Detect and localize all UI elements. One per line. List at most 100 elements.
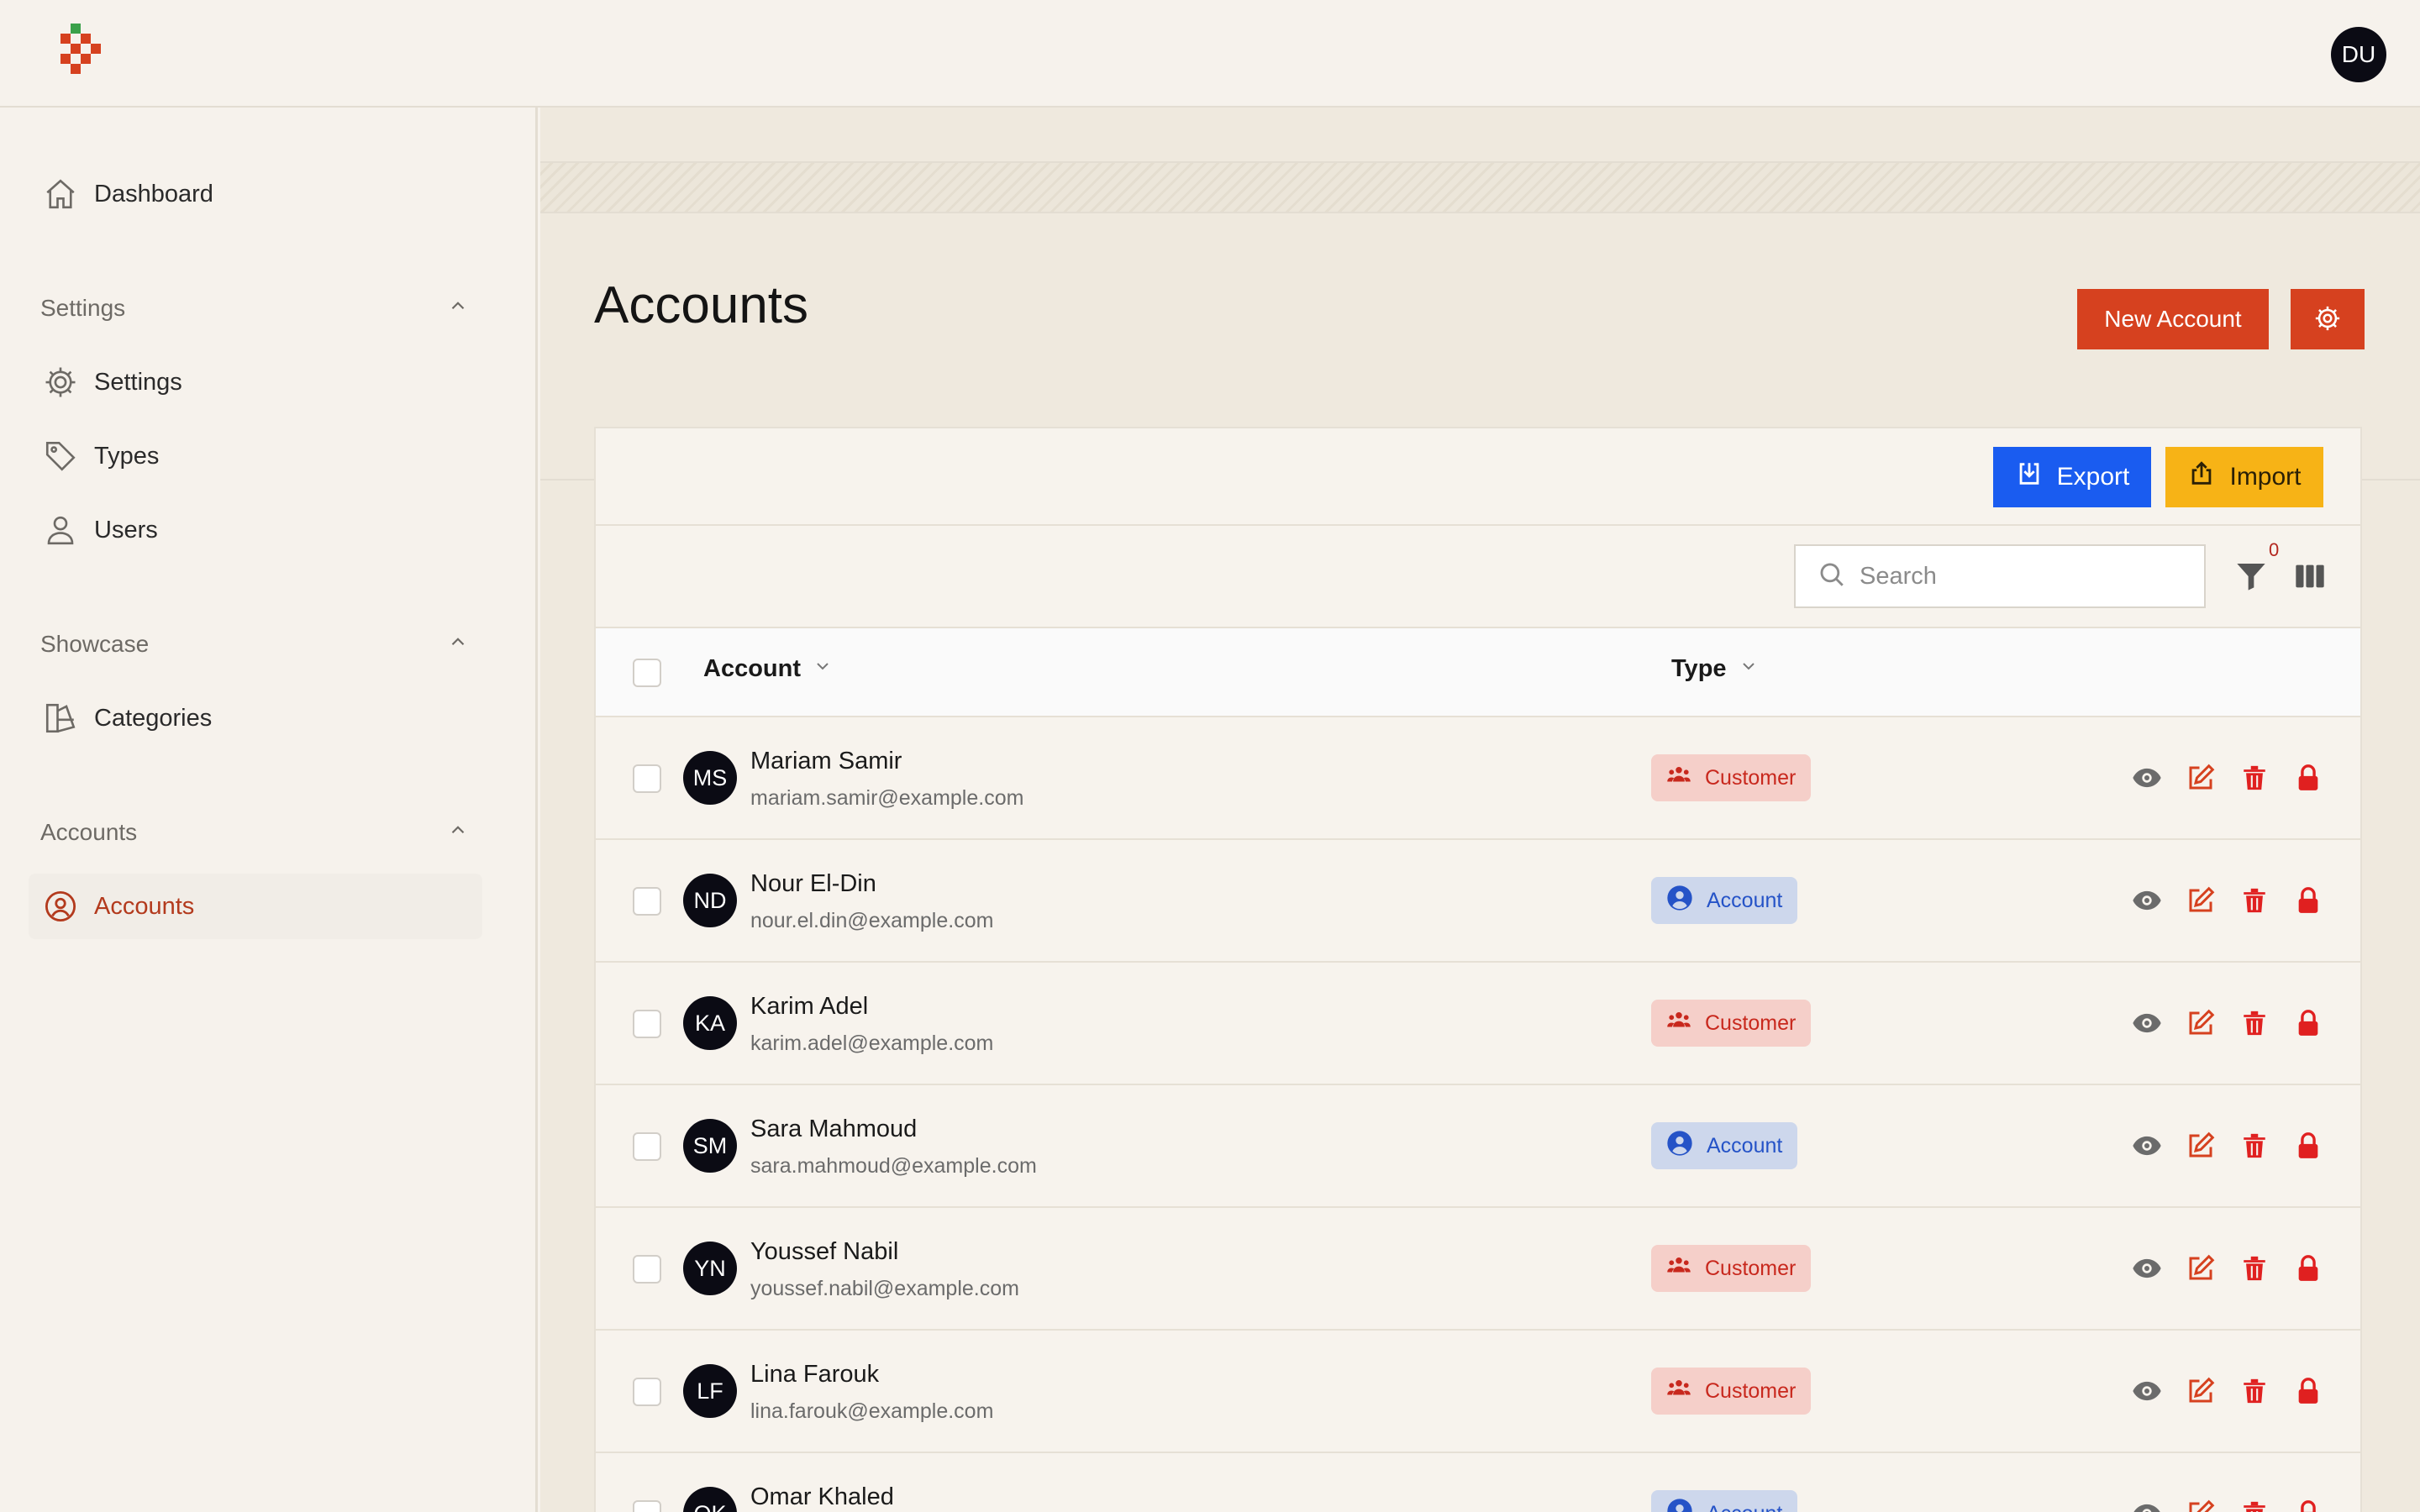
row-checkbox[interactable] (633, 1010, 661, 1038)
filter-icon[interactable] (2234, 558, 2268, 595)
search-input[interactable] (1860, 562, 2196, 591)
lock-icon[interactable] (2291, 761, 2325, 795)
lock-icon[interactable] (2291, 1252, 2325, 1285)
lock-icon[interactable] (2291, 1129, 2325, 1163)
sidebar-item-users[interactable]: Users (29, 497, 482, 563)
table-row[interactable]: OK Omar Khaled Account (596, 1453, 2360, 1512)
user-circle-icon (1666, 1498, 1693, 1512)
select-all-checkbox[interactable] (633, 659, 661, 687)
sidebar-item-label: Accounts (94, 892, 195, 920)
sidebar-item-accounts[interactable]: Accounts (29, 874, 482, 939)
table-row[interactable]: LF Lina Farouk lina.farouk@example.com C… (596, 1331, 2360, 1453)
account-name[interactable]: Karim Adel (750, 993, 868, 1021)
row-checkbox[interactable] (633, 1255, 661, 1284)
eye-icon[interactable] (2130, 1129, 2164, 1163)
lock-icon[interactable] (2291, 1374, 2325, 1408)
row-checkbox[interactable] (633, 764, 661, 793)
table-row[interactable]: KA Karim Adel karim.adel@example.com Cus… (596, 963, 2360, 1085)
type-label: Customer (1705, 1378, 1797, 1403)
table-header: Account Type (596, 628, 2360, 717)
account-name[interactable]: Omar Khaled (750, 1483, 894, 1511)
table-row[interactable]: SM Sara Mahmoud sara.mahmoud@example.com… (596, 1085, 2360, 1208)
user-avatar[interactable]: DU (2331, 27, 2386, 82)
row-checkbox[interactable] (633, 1500, 661, 1512)
sidebar-item-types[interactable]: Types (29, 423, 482, 489)
download-icon (2015, 459, 2044, 495)
type-label: Account (1707, 888, 1783, 912)
sidebar-item-settings[interactable]: Settings (29, 349, 482, 415)
row-actions (2130, 761, 2325, 795)
eye-icon[interactable] (2130, 884, 2164, 917)
trash-icon[interactable] (2238, 884, 2271, 917)
account-name[interactable]: Sara Mahmoud (750, 1116, 917, 1143)
account-email: youssef.nabil@example.com (750, 1277, 1019, 1300)
lock-icon[interactable] (2291, 884, 2325, 917)
user-circle-icon (1666, 885, 1693, 917)
new-account-button[interactable]: New Account (2077, 289, 2269, 349)
table-row[interactable]: MS Mariam Samir mariam.samir@example.com… (596, 717, 2360, 840)
section-toggle-accounts[interactable]: Accounts (40, 811, 469, 853)
import-label: Import (2229, 463, 2302, 491)
trash-icon[interactable] (2238, 1006, 2271, 1040)
account-name[interactable]: Youssef Nabil (750, 1238, 898, 1266)
eye-icon[interactable] (2130, 1006, 2164, 1040)
trash-icon[interactable] (2238, 1252, 2271, 1285)
edit-icon[interactable] (2184, 761, 2217, 795)
home-icon (29, 176, 92, 212)
eye-icon[interactable] (2130, 761, 2164, 795)
users-group-icon (1666, 1376, 1691, 1407)
section-title: Settings (40, 295, 126, 321)
edit-icon[interactable] (2184, 884, 2217, 917)
column-header-account[interactable]: Account (703, 655, 833, 683)
table-row[interactable]: ND Nour El-Din nour.el.din@example.com A… (596, 840, 2360, 963)
search-row: 0 (596, 526, 2360, 628)
sidebar-item-label: Categories (94, 704, 213, 732)
edit-icon[interactable] (2184, 1006, 2217, 1040)
sidebar-item-categories[interactable]: Categories (29, 685, 482, 751)
lock-icon[interactable] (2291, 1006, 2325, 1040)
sidebar-item-dashboard[interactable]: Dashboard (29, 161, 482, 227)
row-actions (2130, 1252, 2325, 1285)
app-logo[interactable] (55, 24, 106, 82)
type-badge: Account (1651, 1122, 1798, 1169)
trash-icon[interactable] (2238, 1497, 2271, 1512)
import-button[interactable]: Import (2165, 447, 2323, 507)
export-button[interactable]: Export (1993, 447, 2151, 507)
tag-icon (29, 438, 92, 474)
eye-icon[interactable] (2130, 1252, 2164, 1285)
user-icon (29, 512, 92, 548)
row-checkbox[interactable] (633, 887, 661, 916)
columns-icon[interactable] (2293, 559, 2327, 593)
users-group-icon (1666, 1253, 1691, 1284)
column-label: Type (1671, 655, 1727, 682)
account-name[interactable]: Lina Farouk (750, 1361, 879, 1389)
trash-icon[interactable] (2238, 1129, 2271, 1163)
section-toggle-settings[interactable]: Settings (40, 287, 469, 329)
column-header-type[interactable]: Type (1671, 655, 1759, 683)
eye-icon[interactable] (2130, 1374, 2164, 1408)
chevron-up-icon (447, 819, 469, 847)
filter-count-badge: 0 (2269, 539, 2280, 560)
type-label: Customer (1705, 1011, 1797, 1035)
type-badge: Account (1651, 877, 1798, 924)
account-name[interactable]: Mariam Samir (750, 748, 902, 775)
trash-icon[interactable] (2238, 1374, 2271, 1408)
chevron-down-icon (813, 655, 833, 683)
lock-icon[interactable] (2291, 1497, 2325, 1512)
edit-icon[interactable] (2184, 1252, 2217, 1285)
header-settings-button[interactable] (2291, 289, 2365, 349)
eye-icon[interactable] (2130, 1497, 2164, 1512)
row-checkbox[interactable] (633, 1132, 661, 1161)
export-label: Export (2056, 463, 2130, 491)
edit-icon[interactable] (2184, 1129, 2217, 1163)
table-row[interactable]: YN Youssef Nabil youssef.nabil@example.c… (596, 1208, 2360, 1331)
edit-icon[interactable] (2184, 1374, 2217, 1408)
trash-icon[interactable] (2238, 761, 2271, 795)
swatch-icon (29, 701, 92, 736)
section-toggle-showcase[interactable]: Showcase (40, 623, 469, 665)
edit-icon[interactable] (2184, 1497, 2217, 1512)
user-circle-icon (1666, 1130, 1693, 1163)
row-checkbox[interactable] (633, 1378, 661, 1406)
type-label: Account (1707, 1133, 1783, 1158)
account-name[interactable]: Nour El-Din (750, 870, 876, 898)
